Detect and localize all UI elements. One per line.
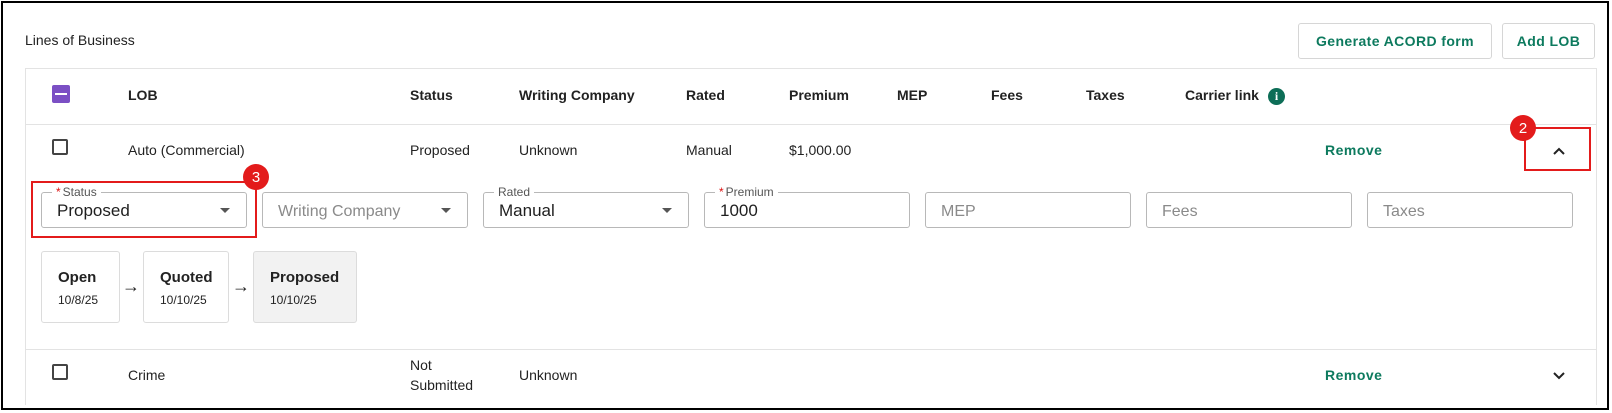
chevron-down-icon[interactable] [1549,366,1569,386]
row-status-line1: Not [410,357,432,373]
row-checkbox[interactable] [52,364,68,380]
mep-input[interactable]: MEP [925,192,1131,228]
taxes-placeholder: Taxes [1383,203,1425,220]
column-header-fees[interactable]: Fees [991,87,1023,103]
info-icon[interactable]: i [1268,88,1285,105]
timeline-step-date: 10/8/25 [58,293,99,307]
timeline-step-open: Open 10/8/25 [41,251,120,323]
row-lob: Crime [128,367,166,383]
column-header-premium[interactable]: Premium [789,87,849,103]
timeline-step-proposed: Proposed 10/10/25 [253,251,357,323]
remove-button[interactable]: Remove [1325,367,1382,383]
row-divider [26,124,1596,125]
column-header-status[interactable]: Status [410,87,453,103]
row-status-line2: Submitted [410,377,474,393]
mep-placeholder: MEP [941,203,976,220]
select-all-checkbox[interactable] [52,85,70,103]
row-status: Proposed [410,142,470,158]
premium-field-label: * Premium [715,185,778,199]
column-header-taxes[interactable]: Taxes [1086,87,1125,103]
writing-company-select[interactable]: Writing Company [262,192,468,228]
dropdown-caret-icon [441,208,451,213]
row-checkbox[interactable] [52,139,68,155]
timeline-step-quoted: Quoted 10/10/25 [143,251,229,323]
row-divider [26,349,1596,350]
required-asterisk: * [719,185,724,199]
lob-table [25,68,1597,405]
generate-acord-button[interactable]: Generate ACORD form [1298,23,1492,59]
row-writing-company: Unknown [519,367,578,383]
annotation-badge: 2 [1510,115,1536,141]
timeline-step-name: Quoted [160,269,213,286]
column-header-carrier-link: Carrier link [1185,87,1259,103]
rated-select[interactable]: Rated Manual [483,185,689,228]
timeline-step-date: 10/10/25 [160,293,207,307]
dropdown-caret-icon [662,208,672,213]
rated-field-value: Manual [499,201,555,220]
timeline-step-date: 10/10/25 [270,293,317,307]
row-writing-company: Unknown [519,142,578,158]
row-premium: $1,000.00 [789,142,852,158]
rated-field-label: Rated [494,185,535,199]
annotation-badge: 3 [243,164,269,190]
column-header-mep[interactable]: MEP [897,87,927,103]
premium-input[interactable]: * Premium 1000 [704,185,910,228]
timeline-step-name: Open [58,269,97,286]
arrow-right-icon: → [122,276,140,296]
column-header-lob[interactable]: LOB [128,87,158,103]
column-header-writing-company[interactable]: Writing Company [519,87,635,103]
column-header-rated[interactable]: Rated [686,87,725,103]
timeline-step-name: Proposed [270,269,340,286]
row-lob: Auto (Commercial) [128,142,245,158]
annotation-highlight-status [31,181,257,238]
writing-company-placeholder: Writing Company [278,203,401,220]
row-rated: Manual [686,142,732,158]
section-title: Lines of Business [25,32,135,48]
add-lob-button[interactable]: Add LOB [1502,23,1595,59]
taxes-input[interactable]: Taxes [1367,192,1573,228]
fees-input[interactable]: Fees [1146,192,1352,228]
arrow-right-icon: → [232,276,250,296]
remove-button[interactable]: Remove [1325,142,1382,158]
fees-placeholder: Fees [1162,203,1198,220]
premium-field-value: 1000 [720,201,758,220]
